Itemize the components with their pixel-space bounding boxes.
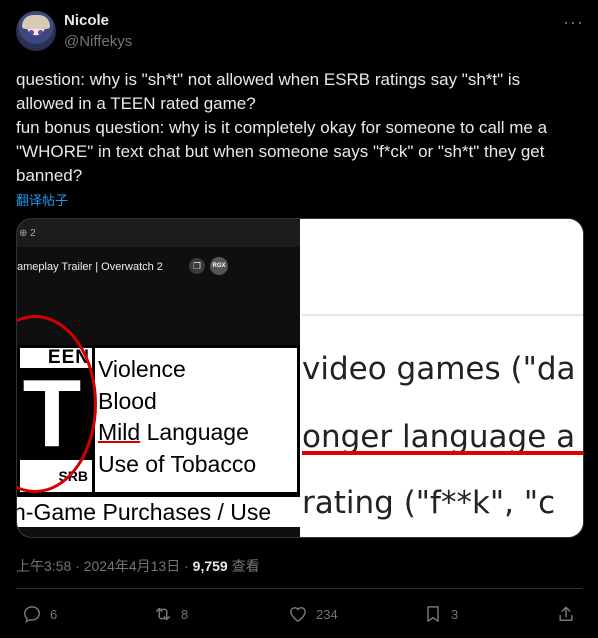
video-tab-text: ⊕ 2: [19, 228, 36, 239]
bookmark-button[interactable]: 3: [423, 604, 458, 624]
video-title: ameplay Trailer | Overwatch 2: [17, 261, 163, 273]
descriptor: Blood: [98, 387, 157, 414]
purchases-text: n-Game Purchases / Use: [17, 499, 272, 525]
mild-word: Mild: [98, 419, 141, 445]
tweet-date[interactable]: 2024年4月13日: [84, 558, 181, 574]
descriptor: Use of Tobacco: [98, 450, 257, 477]
tweet-paragraph: fun bonus question: why is it completely…: [16, 118, 548, 185]
bookmark-icon: [427, 606, 439, 622]
reply-icon: [23, 606, 41, 623]
repost-button[interactable]: 8: [153, 604, 188, 624]
avatar[interactable]: [16, 11, 56, 51]
rating-esrb-mark: SRB: [58, 468, 88, 484]
repost-count: 8: [181, 606, 189, 622]
share-button[interactable]: [556, 604, 576, 624]
media-image-right[interactable]: video games ("da onger language a rating…: [302, 219, 583, 537]
descriptor: Violence: [98, 356, 186, 382]
avatar-eye: [29, 30, 34, 35]
red-underline-annotation: [302, 451, 583, 455]
snippet-line: rating ("f**k", "c: [302, 485, 556, 521]
video-tab-bar: ⊕ 2: [17, 219, 300, 247]
meta-separator: ·: [75, 558, 80, 574]
translate-post-link[interactable]: 翻译帖子: [16, 190, 68, 209]
divider-line: [302, 314, 583, 316]
view-count: 9,759: [192, 558, 228, 574]
snippet-line: onger language a: [302, 419, 576, 455]
meta-separator: ·: [184, 558, 189, 574]
tweet-time[interactable]: 上午3:58: [16, 558, 71, 574]
tweet-text: question: why is "sh*t" not allowed when…: [16, 68, 576, 188]
reply-button[interactable]: 6: [22, 604, 57, 624]
avatar-hair: [22, 15, 50, 29]
media-image-left[interactable]: ⊕ 2 ameplay Trailer | Overwatch 2 ❐ RGX …: [17, 219, 300, 537]
tweet-paragraph: question: why is "sh*t" not allowed when…: [16, 70, 521, 113]
esrb-rating-panel: EEN T SRB Violence Blood Mild Language U…: [17, 345, 300, 495]
like-count: 234: [316, 606, 338, 622]
avatar-eye: [38, 30, 43, 35]
rating-letter: T: [20, 366, 92, 462]
like-button[interactable]: 234: [288, 604, 338, 624]
esrb-rating-box: EEN T SRB: [20, 348, 95, 492]
reply-count: 6: [50, 606, 58, 622]
descriptor-mild-language: Mild Language: [98, 417, 256, 449]
descriptor-language: Language: [146, 419, 249, 445]
divider: [16, 588, 582, 589]
author-name[interactable]: Nicole: [64, 12, 109, 29]
snippet-line: video games ("da: [302, 351, 576, 387]
author-handle[interactable]: @Niffekys: [64, 33, 132, 50]
media-bottom-strip: [17, 527, 300, 537]
bookmark-count: 3: [451, 606, 459, 622]
rgx-badge: RGX: [210, 257, 228, 275]
heart-icon: [290, 607, 306, 622]
copy-icon: ❐: [189, 258, 205, 274]
in-game-purchases: n-Game Purchases / Use: [17, 495, 300, 529]
more-options-icon[interactable]: ···: [563, 12, 584, 33]
content-descriptors: Violence Blood Mild Language Use of Toba…: [98, 354, 256, 480]
repost-icon: [156, 607, 170, 621]
tweet-meta: 上午3:58 · 2024年4月13日 · 9,759 查看: [16, 556, 260, 576]
share-icon: [559, 606, 573, 621]
views-label: 查看: [231, 558, 260, 574]
tweet-media[interactable]: ⊕ 2 ameplay Trailer | Overwatch 2 ❐ RGX …: [16, 218, 584, 538]
